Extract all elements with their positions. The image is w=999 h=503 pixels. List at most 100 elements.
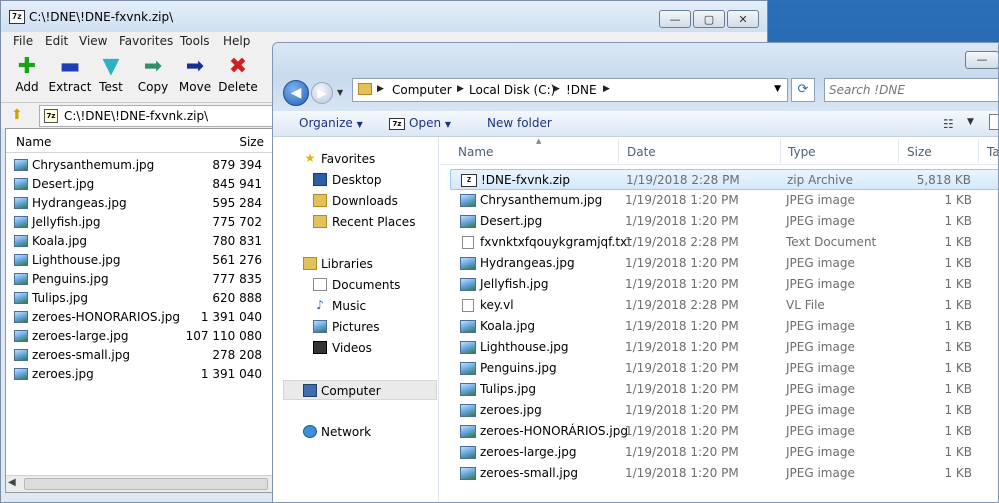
chevron-right-icon[interactable]: ▶ bbox=[603, 84, 610, 94]
file-name: Tulips.jpg bbox=[480, 382, 537, 396]
minimize-button[interactable]: — bbox=[965, 51, 998, 69]
archive-row[interactable]: Lighthouse.jpg 561 276 bbox=[6, 251, 272, 270]
menu-favorites[interactable]: Favorites bbox=[119, 34, 173, 48]
file-row[interactable]: zeroes-small.jpg 1/19/2018 1:20 PM JPEG im… bbox=[450, 463, 998, 484]
menu-file[interactable]: File bbox=[13, 34, 33, 48]
file-row[interactable]: Koala.jpg 1/19/2018 1:20 PM JPEG image 1 KB bbox=[450, 316, 998, 337]
file-name: Hydrangeas.jpg bbox=[480, 256, 575, 270]
address-breadcrumb[interactable]: ▶ Computer ▶ Local Disk (C:) ▶ !DNE ▶ ▼ bbox=[352, 78, 788, 102]
file-row[interactable]: Chrysanthemum.jpg 1/19/2018 1:20 PM JPEG i… bbox=[450, 190, 998, 211]
nav-computer[interactable]: Computer bbox=[283, 380, 437, 400]
archive-row[interactable]: Hydrangeas.jpg 595 284 bbox=[6, 194, 272, 213]
nav-recent-places[interactable]: Recent Places bbox=[273, 212, 438, 232]
menu-edit[interactable]: Edit bbox=[45, 34, 68, 48]
file-row[interactable]: Lighthouse.jpg 1/19/2018 1:20 PM JPEG imag… bbox=[450, 337, 998, 358]
file-row[interactable]: zeroes-large.jpg 1/19/2018 1:20 PM JPEG im… bbox=[450, 442, 998, 463]
column-header-type[interactable]: Type bbox=[788, 145, 816, 159]
new-folder-button[interactable]: New folder bbox=[487, 116, 552, 130]
move-button[interactable]: ➡ Move bbox=[173, 54, 217, 100]
check-icon: ▼ bbox=[102, 54, 120, 79]
nav-documents[interactable]: Documents bbox=[273, 275, 438, 295]
archive-row[interactable]: zeroes-large.jpg 107 110 080 bbox=[6, 327, 272, 346]
chevron-right-icon[interactable]: ▶ bbox=[457, 84, 464, 94]
back-button[interactable]: ◀ bbox=[283, 80, 309, 106]
archive-row[interactable]: Koala.jpg 780 831 bbox=[6, 232, 272, 251]
nav-music[interactable]: ♪ Music bbox=[273, 296, 438, 316]
nav-desktop[interactable]: Desktop bbox=[273, 170, 438, 190]
column-divider[interactable] bbox=[780, 139, 781, 163]
add-button[interactable]: ✚ Add bbox=[5, 54, 49, 100]
nav-downloads[interactable]: Downloads bbox=[273, 191, 438, 211]
refresh-button[interactable]: ⟳ bbox=[791, 78, 815, 102]
nav-videos[interactable]: Videos bbox=[273, 338, 438, 358]
file-row[interactable]: zeroes.jpg 1/19/2018 1:20 PM JPEG image 1 K… bbox=[450, 400, 998, 421]
organize-button[interactable]: Organize ▼ bbox=[299, 116, 363, 130]
file-row[interactable]: fxvnktxfqouykgramjqf.txt 1/19/2018 2:28 P… bbox=[450, 232, 998, 253]
breadcrumb-local-disk[interactable]: Local Disk (C:) bbox=[469, 83, 555, 97]
open-button[interactable]: 7z Open ▼ bbox=[389, 116, 451, 130]
archive-row[interactable]: Tulips.jpg 620 888 bbox=[6, 289, 272, 308]
file-date: 1/19/2018 1:20 PM bbox=[625, 424, 739, 438]
nav-pictures[interactable]: Pictures bbox=[273, 317, 438, 337]
folder-up-icon[interactable]: ⬆ bbox=[11, 107, 23, 123]
forward-button[interactable]: ▶ bbox=[311, 82, 333, 104]
archive-row[interactable]: zeroes.jpg 1 391 040 bbox=[6, 365, 272, 384]
view-options-icon[interactable]: ☷ bbox=[943, 117, 954, 131]
menu-help[interactable]: Help bbox=[223, 34, 250, 48]
file-row[interactable]: zeroes-HONORÁRIOS.jpg 1/19/2018 1:20 PM JP… bbox=[450, 421, 998, 442]
menu-tools[interactable]: Tools bbox=[180, 34, 210, 48]
address-dropdown-icon[interactable]: ▼ bbox=[774, 84, 781, 94]
archive-row[interactable]: Jellyfish.jpg 775 702 bbox=[6, 213, 272, 232]
jpeg-file-icon bbox=[14, 292, 28, 304]
jpeg-file-icon bbox=[460, 425, 476, 438]
chevron-down-icon[interactable]: ▼ bbox=[967, 117, 974, 127]
minimize-button[interactable]: — bbox=[659, 10, 691, 28]
history-dropdown-icon[interactable]: ▼ bbox=[337, 88, 343, 97]
file-row[interactable]: Hydrangeas.jpg 1/19/2018 1:20 PM JPEG imag… bbox=[450, 253, 998, 274]
explorer-title-bar[interactable]: — bbox=[273, 43, 998, 77]
search-input[interactable] bbox=[829, 83, 989, 97]
copy-button[interactable]: ➡ Copy bbox=[131, 54, 175, 100]
nav-libraries[interactable]: Libraries bbox=[273, 254, 438, 274]
archive-row[interactable]: Penguins.jpg 777 835 bbox=[6, 270, 272, 289]
breadcrumb-computer[interactable]: Computer bbox=[392, 83, 452, 97]
column-header-name[interactable]: Name bbox=[16, 135, 51, 149]
preview-pane-icon[interactable] bbox=[989, 114, 998, 130]
search-box[interactable] bbox=[824, 78, 998, 102]
nav-network[interactable]: Network bbox=[273, 422, 438, 442]
column-header-tags[interactable]: Ta bbox=[987, 145, 998, 159]
file-row[interactable]: key.vl 1/19/2018 2:28 PM VL File 1 KB bbox=[450, 295, 998, 316]
scroll-left-icon[interactable]: ◀ bbox=[8, 477, 16, 488]
title-bar[interactable]: 7z C:\!DNE\!DNE-fxvnk.zip\ — ▢ ✕ bbox=[1, 1, 767, 32]
test-button[interactable]: ▼ Test bbox=[89, 54, 133, 100]
column-header-size[interactable]: Size bbox=[907, 145, 932, 159]
archive-row[interactable]: Desert.jpg 845 941 bbox=[6, 175, 272, 194]
column-header-size[interactable]: Size bbox=[239, 135, 264, 149]
nav-favorites[interactable]: ★ Favorites bbox=[273, 149, 438, 169]
maximize-button[interactable]: ▢ bbox=[693, 10, 725, 28]
chevron-right-icon[interactable]: ▶ bbox=[553, 84, 560, 94]
archive-row[interactable]: Chrysanthemum.jpg 879 394 bbox=[6, 156, 272, 175]
scrollbar-thumb[interactable] bbox=[24, 478, 268, 490]
file-row[interactable]: Penguins.jpg 1/19/2018 1:20 PM JPEG image 1… bbox=[450, 358, 998, 379]
breadcrumb-dne[interactable]: !DNE bbox=[566, 83, 597, 97]
chevron-right-icon[interactable]: ▶ bbox=[377, 84, 384, 94]
menu-view[interactable]: View bbox=[79, 34, 107, 48]
extract-button[interactable]: ▬ Extract bbox=[48, 54, 92, 100]
file-row[interactable]: Tulips.jpg 1/19/2018 1:20 PM JPEG image 1 K… bbox=[450, 379, 998, 400]
file-row[interactable]: Z !DNE-fxvnk.zip 1/19/2018 2:28 PM zip Arch… bbox=[450, 169, 998, 190]
file-name: Koala.jpg bbox=[32, 234, 88, 248]
close-button[interactable]: ✕ bbox=[727, 10, 759, 28]
archive-row[interactable]: zeroes-small.jpg 278 208 bbox=[6, 346, 272, 365]
file-size: 1 KB bbox=[944, 298, 972, 312]
column-header-name[interactable]: Name bbox=[458, 145, 493, 159]
horizontal-scrollbar[interactable]: ◀ bbox=[6, 475, 272, 492]
file-row[interactable]: Jellyfish.jpg 1/19/2018 1:20 PM JPEG image… bbox=[450, 274, 998, 295]
column-divider[interactable] bbox=[978, 139, 979, 163]
archive-row[interactable]: zeroes-HONORARIOS.jpg 1 391 040 bbox=[6, 308, 272, 327]
delete-button[interactable]: ✖ Delete bbox=[216, 54, 260, 100]
column-header-date[interactable]: Date bbox=[627, 145, 656, 159]
column-divider[interactable] bbox=[898, 139, 899, 163]
file-row[interactable]: Desert.jpg 1/19/2018 1:20 PM JPEG image 1 K… bbox=[450, 211, 998, 232]
column-divider[interactable] bbox=[618, 139, 619, 163]
